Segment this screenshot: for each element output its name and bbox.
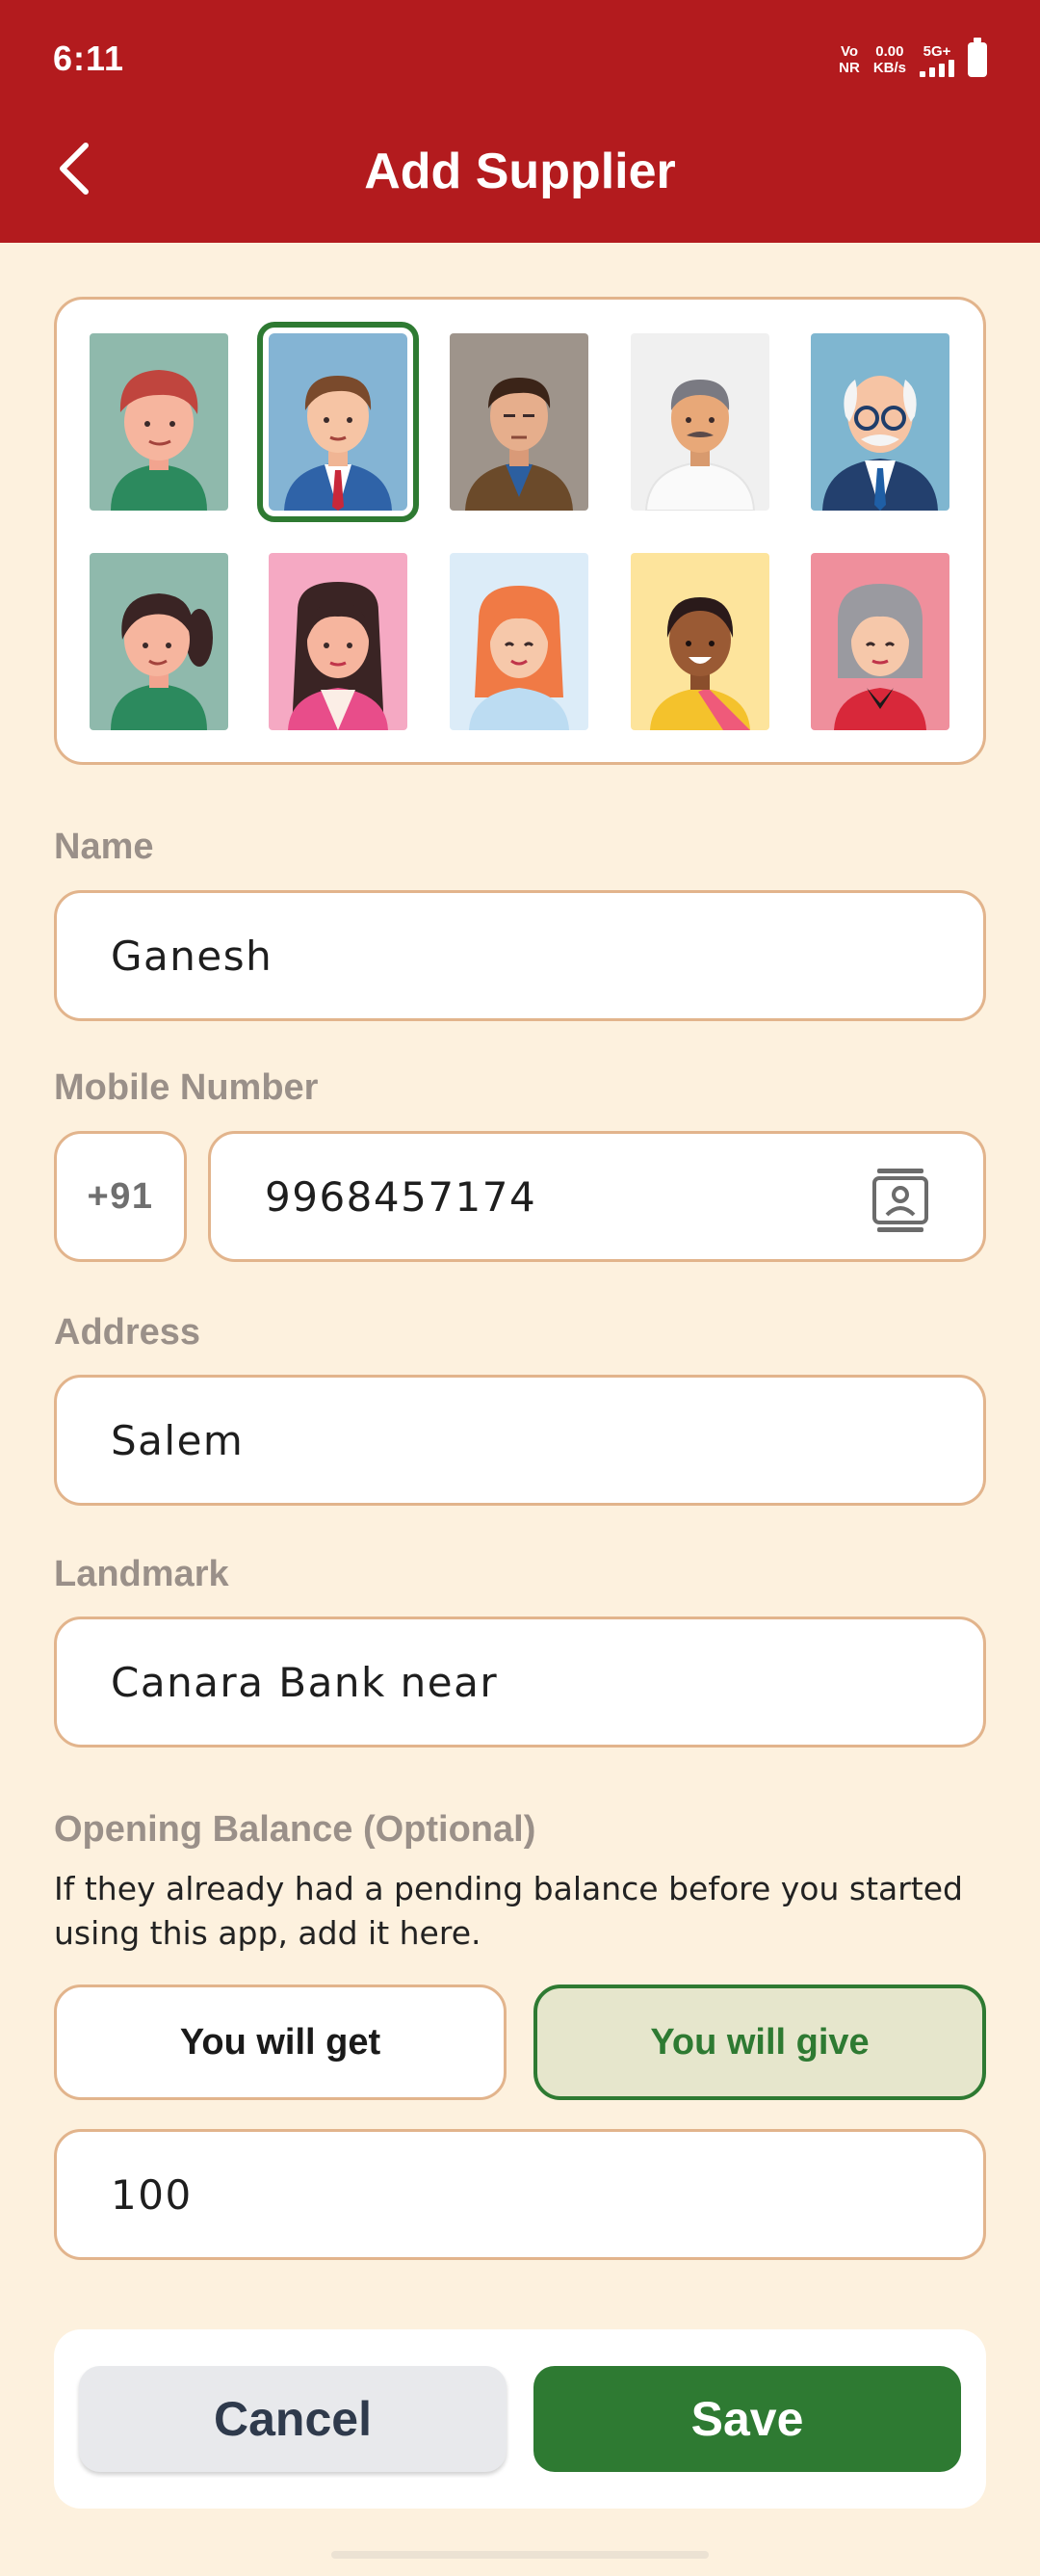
- signal-icon: [920, 59, 954, 77]
- avatar-option-3[interactable]: [450, 333, 588, 511]
- volte-vo: Vo: [840, 43, 858, 60]
- you-will-give-option[interactable]: You will give: [533, 1985, 986, 2100]
- save-button[interactable]: Save: [533, 2366, 961, 2472]
- address-label: Address: [54, 1312, 201, 1353]
- avatar-man-mustache-icon: [631, 333, 769, 511]
- avatar-option-1[interactable]: [90, 333, 228, 511]
- landmark-input-value: Canara Bank near: [111, 1658, 499, 1706]
- name-label: Name: [54, 827, 154, 867]
- avatar-woman-red-hair-icon: [450, 553, 588, 730]
- page-title: Add Supplier: [364, 144, 676, 199]
- opening-balance-label: Opening Balance (Optional): [54, 1809, 536, 1850]
- signal-group: 5G+: [920, 43, 954, 77]
- home-indicator: [331, 2551, 709, 2559]
- name-input[interactable]: Ganesh: [54, 890, 986, 1021]
- avatar-option-4[interactable]: [631, 333, 769, 511]
- opening-amount-input[interactable]: 100: [54, 2129, 986, 2260]
- status-icons: Vo NR 0.00 KB/s 5G+: [839, 38, 987, 77]
- status-time: 6:11: [53, 39, 125, 78]
- contact-book-icon[interactable]: [871, 1167, 929, 1234]
- name-input-value: Ganesh: [111, 932, 273, 980]
- opening-amount-value: 100: [111, 2170, 193, 2219]
- avatar-option-10[interactable]: [811, 553, 949, 730]
- volte-nr: NR: [839, 60, 860, 76]
- avatar-woman-dark-hair-icon: [269, 553, 407, 730]
- address-input-value: Salem: [111, 1416, 245, 1464]
- avatar-boy-icon: [90, 333, 228, 511]
- network-speed-unit: KB/s: [872, 60, 906, 76]
- landmark-input[interactable]: Canara Bank near: [54, 1617, 986, 1748]
- cancel-button[interactable]: Cancel: [79, 2366, 507, 2472]
- avatar-woman-saree-icon: [631, 553, 769, 730]
- landmark-label: Landmark: [54, 1554, 229, 1594]
- avatar-man-suit-icon: [269, 333, 407, 511]
- avatar-option-9[interactable]: [631, 553, 769, 730]
- avatar-man-jacket-icon: [450, 333, 588, 511]
- avatar-option-8[interactable]: [450, 553, 588, 730]
- country-code-selector[interactable]: +91: [54, 1131, 187, 1262]
- avatar-option-2[interactable]: [257, 322, 419, 522]
- mobile-label: Mobile Number: [54, 1067, 319, 1108]
- mobile-input-value: 9968457174: [265, 1172, 537, 1221]
- avatar-girl-ponytail-icon: [90, 553, 228, 730]
- network-speed-value: 0.00: [875, 43, 904, 60]
- volte-indicator: Vo NR: [839, 43, 860, 76]
- avatar-option-7[interactable]: [269, 553, 407, 730]
- avatar-option-6[interactable]: [90, 553, 228, 730]
- network-speed: 0.00 KB/s: [873, 43, 906, 76]
- opening-balance-hint: If they already had a pending balance be…: [54, 1870, 963, 1952]
- address-input[interactable]: Salem: [54, 1375, 986, 1506]
- battery-icon: [968, 38, 987, 77]
- country-code-value: +91: [87, 1175, 154, 1217]
- avatar-old-woman-icon: [811, 553, 949, 730]
- mobile-input[interactable]: 9968457174: [208, 1131, 986, 1262]
- avatar-old-man-icon: [811, 333, 949, 511]
- network-type: 5G+: [923, 42, 951, 60]
- you-will-get-option[interactable]: You will get: [54, 1985, 507, 2100]
- avatar-option-5[interactable]: [811, 333, 949, 511]
- app-header: 6:11 Vo NR 0.00 KB/s 5G+ Add Supplier: [0, 0, 1040, 243]
